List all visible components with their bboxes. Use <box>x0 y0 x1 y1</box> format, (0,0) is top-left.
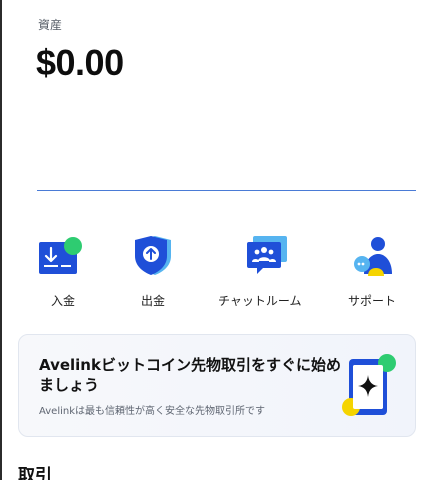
chat-room-label: チャットルーム <box>218 294 302 308</box>
deposit-label: 入金 <box>50 294 75 308</box>
support-icon <box>346 232 398 284</box>
chat-room-icon <box>243 232 295 284</box>
asset-value: $0.00 <box>36 42 124 83</box>
withdraw-button[interactable]: 出金 <box>127 232 179 309</box>
sparkle-phone-icon <box>341 351 401 421</box>
support-label: サポート <box>347 294 396 308</box>
withdraw-label: 出金 <box>140 294 165 308</box>
banner-title: Avelinkビットコイン先物取引をすぐに始めましょう <box>39 356 341 394</box>
asset-label: 資産 <box>38 18 63 32</box>
support-button[interactable]: サポート <box>346 232 398 309</box>
chat-room-button[interactable]: チャットルーム <box>218 232 302 309</box>
quick-actions: 入金 出金 チャットルーム サポート <box>0 232 431 312</box>
deposit-icon <box>37 232 89 284</box>
withdraw-shield-icon <box>127 232 179 284</box>
asset-divider <box>37 190 416 191</box>
deposit-button[interactable]: 入金 <box>37 232 89 309</box>
trading-section-title: 取引 <box>18 466 52 480</box>
futures-promo-banner[interactable]: Avelinkビットコイン先物取引をすぐに始めましょう Avelinkは最も信頼… <box>18 334 416 437</box>
banner-subtitle: Avelinkは最も信頼性が高く安全な先物取引所です <box>39 406 266 417</box>
